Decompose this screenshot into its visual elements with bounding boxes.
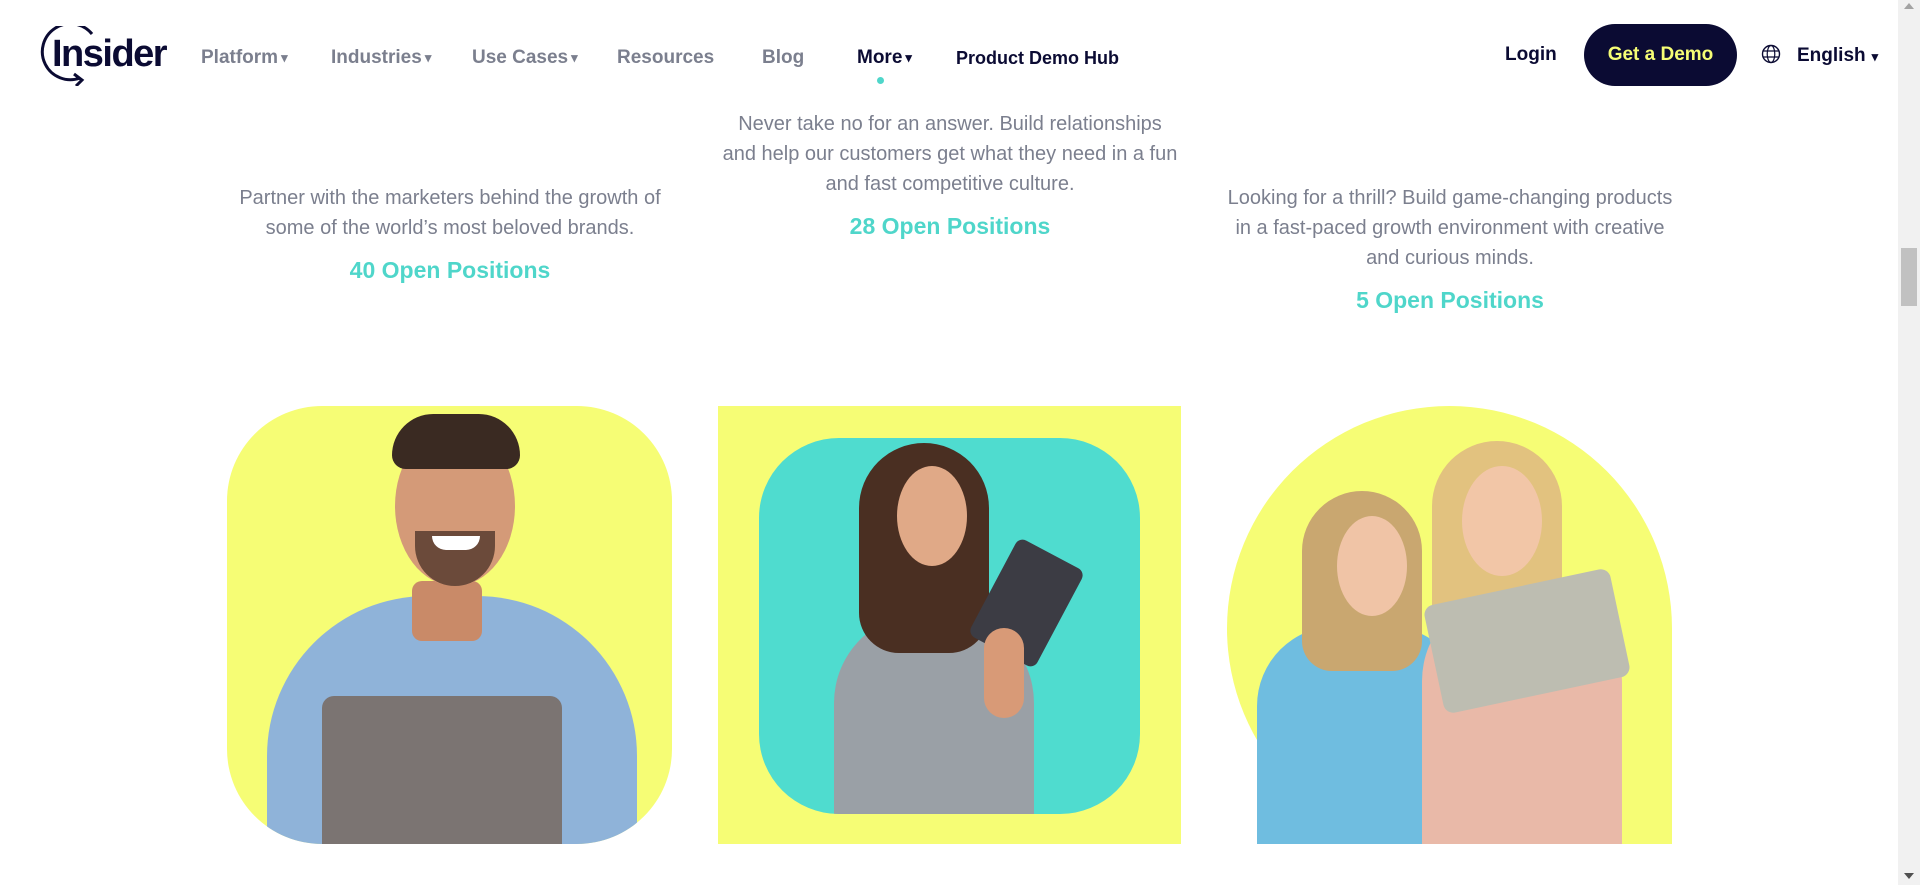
caret-down-icon: ▾ xyxy=(281,50,288,65)
caret-down-icon: ▾ xyxy=(424,50,432,65)
logo-text[interactable]: Insider xyxy=(52,33,168,76)
nav-blog[interactable]: Blog xyxy=(762,46,804,70)
nav-label: More xyxy=(857,47,903,68)
nav-product-demo-hub[interactable]: Product Demo Hub xyxy=(956,46,1119,70)
team-photo-sales xyxy=(718,406,1181,844)
language-selector[interactable]: English ▾ xyxy=(1797,45,1878,67)
nav-resources[interactable]: Resources xyxy=(617,46,714,70)
column-sales: Never take no for an answer. Build relat… xyxy=(720,109,1180,240)
login-link[interactable]: Login xyxy=(1505,44,1557,66)
nav-use-cases[interactable]: Use Cases ▾ xyxy=(472,46,578,70)
open-positions-link[interactable]: 5 Open Positions xyxy=(1356,287,1544,314)
active-indicator-dot xyxy=(877,77,884,84)
caret-down-icon: ▾ xyxy=(905,50,912,65)
column-description: Partner with the marketers behind the gr… xyxy=(239,187,661,239)
team-photo-marketing xyxy=(227,406,672,844)
team-photo-engineering xyxy=(1227,406,1672,844)
nav-more[interactable]: More ▾ xyxy=(857,46,912,70)
language-label: English xyxy=(1797,45,1866,66)
scroll-down-arrow-icon[interactable] xyxy=(1904,873,1914,879)
open-positions-link[interactable]: 40 Open Positions xyxy=(350,257,551,284)
open-positions-link[interactable]: 28 Open Positions xyxy=(850,213,1051,240)
nav-label: Product Demo Hub xyxy=(956,47,1120,68)
scrollbar-thumb[interactable] xyxy=(1901,248,1917,306)
caret-down-icon: ▾ xyxy=(571,50,578,65)
column-engineering: Looking for a thrill? Build game-changin… xyxy=(1220,183,1680,314)
caret-down-icon: ▾ xyxy=(1871,49,1879,64)
column-description: Never take no for an answer. Build relat… xyxy=(722,113,1178,195)
nav-label: Platform xyxy=(201,47,279,68)
teal-backdrop xyxy=(759,438,1140,814)
nav-label: Blog xyxy=(762,47,805,68)
column-marketing: Partner with the marketers behind the gr… xyxy=(220,183,680,284)
column-description: Looking for a thrill? Build game-changin… xyxy=(1227,187,1673,269)
scroll-up-arrow-icon[interactable] xyxy=(1904,3,1914,9)
nav-industries[interactable]: Industries ▾ xyxy=(331,46,431,70)
vertical-scrollbar[interactable] xyxy=(1898,0,1920,885)
nav-platform[interactable]: Platform ▾ xyxy=(201,46,288,70)
nav-label: Resources xyxy=(617,47,715,68)
nav-label: Use Cases xyxy=(472,47,569,68)
careers-section: Partner with the marketers behind the gr… xyxy=(0,0,1898,885)
site-header: Insider Platform ▾ Industries ▾ Use Case… xyxy=(0,0,1898,112)
nav-label: Industries xyxy=(331,47,422,68)
globe-icon[interactable] xyxy=(1761,44,1781,64)
get-a-demo-button[interactable]: Get a Demo xyxy=(1584,24,1737,86)
